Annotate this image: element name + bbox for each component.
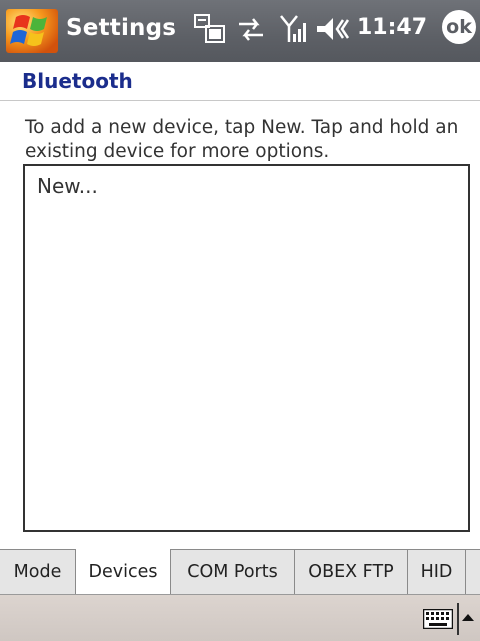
tab-obex-ftp[interactable]: OBEX FTP	[295, 550, 408, 594]
new-device-item[interactable]: New...	[25, 166, 468, 198]
sip-up-arrow-icon[interactable]	[462, 614, 474, 621]
device-list[interactable]: New...	[23, 164, 470, 532]
tab-bar: Mode Devices COM Ports OBEX FTP HID	[0, 549, 480, 595]
sync-arrows-icon[interactable]	[235, 12, 267, 46]
sip-separator	[457, 603, 459, 635]
keyboard-icon[interactable]	[423, 609, 453, 629]
tab-hid[interactable]: HID	[408, 550, 466, 594]
tab-devices[interactable]: Devices	[76, 549, 171, 595]
tab-com-ports[interactable]: COM Ports	[171, 550, 295, 594]
title-bar: Settings 11:47 ok	[0, 0, 480, 62]
windows-start-icon[interactable]	[6, 9, 58, 53]
clock[interactable]: 11:47	[357, 15, 427, 40]
ok-button[interactable]: ok	[442, 10, 476, 44]
tab-mode[interactable]: Mode	[0, 550, 76, 594]
app-title: Settings	[66, 15, 177, 41]
menu-bar	[0, 594, 480, 641]
speaker-icon[interactable]	[315, 12, 351, 46]
page-title: Bluetooth	[22, 69, 133, 93]
signal-strength-icon[interactable]	[279, 12, 309, 46]
connection-1x-ev-icon[interactable]	[194, 12, 228, 46]
instructions-text: To add a new device, tap New. Tap and ho…	[25, 117, 459, 162]
header-divider	[0, 100, 480, 101]
